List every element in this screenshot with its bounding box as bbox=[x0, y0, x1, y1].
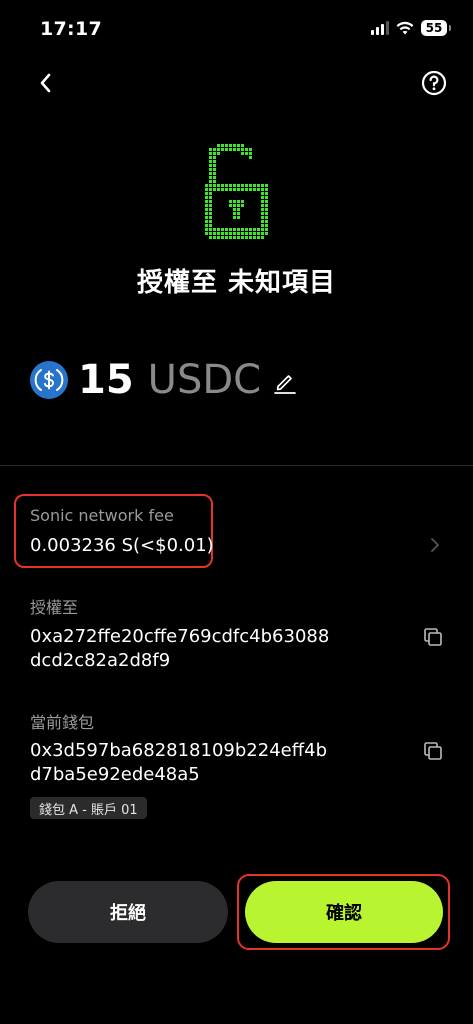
cellular-signal-icon bbox=[371, 21, 389, 35]
status-bar: 17:17 55 bbox=[0, 0, 473, 56]
wifi-icon bbox=[396, 21, 414, 35]
amount-token: USDC bbox=[147, 357, 262, 403]
authorize-to-address: 0xa272ffe20cffe769cdfc4b63088 dcd2c82a2d… bbox=[30, 625, 329, 673]
current-wallet-label: 當前錢包 bbox=[30, 713, 95, 732]
chevron-right-icon[interactable] bbox=[429, 536, 441, 554]
status-icons: 55 bbox=[371, 20, 451, 36]
copy-icon[interactable] bbox=[423, 741, 443, 761]
current-wallet-address-line1: 0x3d597ba682818109b224eff4b bbox=[30, 740, 327, 761]
unlock-icon bbox=[205, 144, 269, 240]
wallet-badge: 錢包 A - 賬戶 01 bbox=[30, 797, 147, 819]
current-wallet-address-line2: d7ba5e92ede48a5 bbox=[30, 764, 200, 785]
edit-icon[interactable] bbox=[273, 370, 297, 394]
section-divider bbox=[0, 465, 473, 466]
back-button[interactable] bbox=[30, 68, 60, 98]
confirm-button[interactable]: 確認 bbox=[245, 881, 443, 943]
chevron-left-icon bbox=[40, 73, 51, 93]
page-title: 授權至 未知項目 bbox=[136, 268, 337, 298]
amount-row: 15 USDC bbox=[30, 355, 297, 405]
network-fee-value[interactable]: 0.003236 S(<$0.01) bbox=[30, 535, 214, 556]
battery-indicator: 55 bbox=[421, 20, 451, 36]
usdc-icon bbox=[30, 361, 68, 399]
status-time: 17:17 bbox=[40, 18, 102, 40]
copy-icon[interactable] bbox=[423, 627, 443, 647]
help-icon[interactable] bbox=[421, 70, 447, 96]
authorize-to-address-line1: 0xa272ffe20cffe769cdfc4b63088 bbox=[30, 626, 330, 647]
amount-value: 15 bbox=[78, 357, 134, 403]
current-wallet-address: 0x3d597ba682818109b224eff4b d7ba5e92ede4… bbox=[30, 739, 327, 787]
authorize-to-address-line2: dcd2c82a2d8f9 bbox=[30, 650, 171, 671]
authorize-to-label: 授權至 bbox=[30, 598, 79, 617]
network-fee-label: Sonic network fee bbox=[30, 506, 174, 525]
reject-button[interactable]: 拒絕 bbox=[28, 881, 228, 943]
